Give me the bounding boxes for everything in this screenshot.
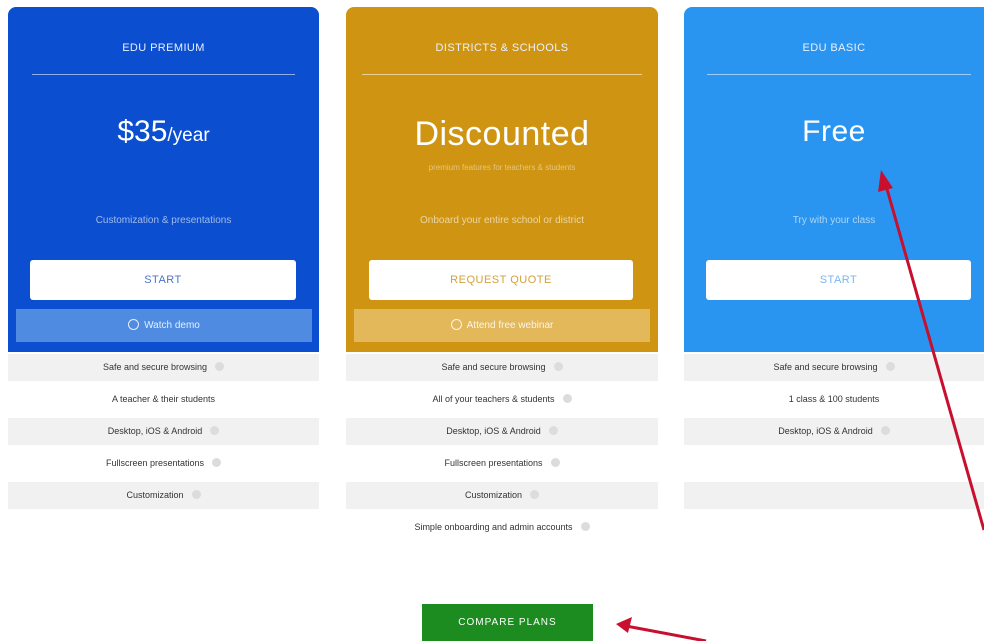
annotation-arrow-icon bbox=[878, 170, 984, 531]
annotation-arrows bbox=[616, 170, 984, 641]
annotation-arrow-icon bbox=[616, 617, 707, 641]
